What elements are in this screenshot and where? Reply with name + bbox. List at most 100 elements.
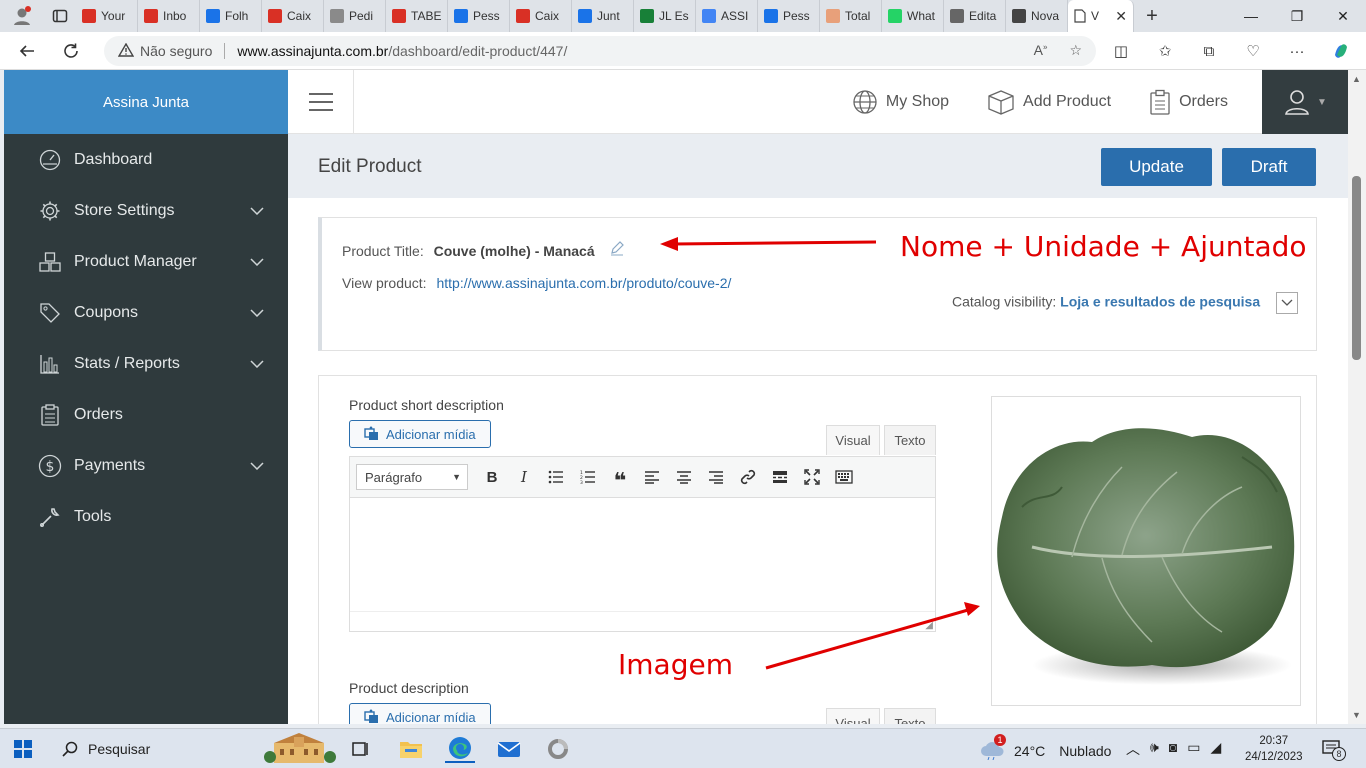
scroll-down-icon[interactable]: ▼ (1352, 710, 1361, 720)
read-aloud-icon[interactable]: A» (1034, 42, 1048, 59)
browser-tab[interactable]: Caix (262, 0, 324, 32)
browser-tab[interactable]: Folh (200, 0, 262, 32)
sidebar-item-product-manager[interactable]: Product Manager (4, 236, 288, 287)
sidebar-item-store-settings[interactable]: Store Settings (4, 185, 288, 236)
chevron-down-icon[interactable] (250, 355, 264, 373)
sidebar-item-label: Payments (74, 456, 146, 474)
dashboard-app: Assina Junta Dashboard Store Settings Prod… (4, 70, 1348, 724)
tab-favicon-icon (82, 9, 96, 23)
sidebar-item-stats-reports[interactable]: Stats / Reports (4, 338, 288, 389)
browser-tab[interactable]: TABE (386, 0, 448, 32)
sidebar-item-tools[interactable]: Tools (4, 491, 288, 542)
minimize-icon[interactable]: — (1228, 0, 1274, 32)
sidebar-item-coupons[interactable]: Coupons (4, 287, 288, 338)
taskbar-clock[interactable]: 20:37 24/12/2023 (1245, 733, 1303, 765)
nav-orders[interactable]: Orders (1149, 89, 1228, 115)
sidebar-item-orders[interactable]: Orders (4, 389, 288, 440)
mail-icon[interactable] (494, 735, 524, 763)
taskbar-search[interactable]: Pesquisar (48, 732, 338, 766)
chevron-down-icon[interactable] (250, 457, 264, 475)
tab-favicon-icon (392, 9, 406, 23)
scroll-up-icon[interactable]: ▲ (1352, 74, 1361, 84)
browser-tab[interactable]: Pedi (324, 0, 386, 32)
notification-icon[interactable]: 8 (1322, 739, 1346, 762)
tab-actions-icon[interactable] (44, 0, 76, 32)
browser-tab[interactable]: Nova (1006, 0, 1068, 32)
tab-favicon-icon (826, 9, 840, 23)
browser-tab[interactable]: ASSI (696, 0, 758, 32)
more-menu-icon[interactable]: ··· (1282, 36, 1312, 66)
browser-tab[interactable]: Total (820, 0, 882, 32)
tab-favicon-icon (268, 9, 282, 23)
sidebar-item-dashboard[interactable]: Dashboard (4, 134, 288, 185)
split-screen-icon[interactable]: ◫ (1106, 36, 1136, 66)
favorite-star-icon[interactable]: ☆ (1069, 42, 1082, 59)
browser-tab[interactable]: JL Es (634, 0, 696, 32)
file-explorer-icon[interactable] (396, 735, 426, 763)
refresh-button[interactable] (52, 35, 90, 67)
warning-icon[interactable] (117, 42, 135, 60)
new-tab-button[interactable]: + (1134, 5, 1170, 28)
window-close-icon[interactable]: ✕ (1320, 0, 1366, 32)
browser-essentials-icon[interactable]: ♡ (1238, 36, 1268, 66)
nav-my-shop[interactable]: My Shop (852, 89, 949, 115)
weather-alert-badge: 1 (994, 734, 1006, 746)
weather-widget[interactable]: 1 24°C Nublado (980, 734, 1111, 763)
browser-tab[interactable]: What (882, 0, 944, 32)
copilot-icon[interactable] (1326, 36, 1356, 66)
chevron-down-icon: ▼ (1317, 96, 1327, 108)
sidebar: Assina Junta Dashboard Store Settings Prod… (4, 70, 288, 724)
nav-add-product-label: Add Product (1023, 93, 1112, 110)
brand-title[interactable]: Assina Junta (4, 70, 288, 134)
scrollbar-thumb[interactable] (1352, 176, 1361, 360)
browser-tab[interactable]: Pess (758, 0, 820, 32)
battery-icon[interactable]: ▭ (1187, 739, 1200, 759)
browser-tab[interactable]: Edita (944, 0, 1006, 32)
tab-favicon-icon (950, 9, 964, 23)
clipboard-icon (1150, 89, 1170, 115)
chevron-down-icon[interactable] (250, 202, 264, 220)
browser-tab-bar: Your Inbo Folh Caix Pedi TABE Pess Caix Junt JL E… (0, 0, 1366, 32)
search-highlight-image (264, 733, 336, 763)
windows-start-icon[interactable] (14, 740, 32, 758)
security-label[interactable]: Não seguro (140, 43, 212, 59)
user-menu[interactable]: ▼ (1262, 70, 1348, 134)
meet-icon[interactable]: ◙ (1169, 739, 1177, 759)
browser-tab[interactable]: Your (76, 0, 138, 32)
chevron-up-icon[interactable]: ︿ (1126, 739, 1140, 759)
task-view-icon[interactable] (345, 735, 375, 763)
close-icon[interactable]: ✕ (1115, 8, 1127, 25)
restore-icon[interactable]: ❐ (1274, 0, 1320, 32)
chevron-down-icon[interactable] (250, 304, 264, 322)
nav-add-product[interactable]: Add Product (987, 89, 1111, 115)
url-field[interactable]: Não seguro www.assinajunta.com.br/dashbo… (104, 36, 1096, 66)
volume-icon[interactable]: 🕪 (1150, 739, 1159, 759)
hamburger-menu-icon[interactable] (288, 70, 354, 134)
tab-strip: Your Inbo Folh Caix Pedi TABE Pess Caix Junt JL E… (76, 0, 1068, 32)
dollar-icon: $ (38, 454, 62, 478)
tab-favicon-icon (578, 9, 592, 23)
tab-active[interactable]: V ✕ (1068, 0, 1134, 32)
chevron-down-icon[interactable] (250, 253, 264, 271)
browser-tab-label: JL Es (659, 9, 689, 23)
back-button[interactable] (8, 35, 46, 67)
tab-favicon-icon (454, 9, 468, 23)
app-icon[interactable] (543, 735, 573, 763)
edge-browser-icon[interactable] (445, 735, 475, 763)
search-icon (62, 741, 78, 757)
browser-tab[interactable]: Inbo (138, 0, 200, 32)
browser-tab-label: Edita (969, 9, 997, 23)
wifi-icon[interactable]: ◢ (1211, 739, 1222, 759)
browser-tab[interactable]: Pess (448, 0, 510, 32)
collections-icon[interactable]: ⧉ (1194, 36, 1224, 66)
page-scrollbar[interactable]: ▲ ▼ (1348, 70, 1366, 724)
topbar: My Shop Add Product Orders ▼ (288, 70, 1348, 134)
sidebar-item-payments[interactable]: $ Payments (4, 440, 288, 491)
browser-tab[interactable]: Caix (510, 0, 572, 32)
profile-avatar[interactable] (0, 0, 44, 32)
browser-tab-label: TABE (411, 9, 442, 23)
sidebar-menu: Dashboard Store Settings Product Manager Co… (4, 134, 288, 542)
browser-tab[interactable]: Junt (572, 0, 634, 32)
favorites-icon[interactable]: ✩ (1150, 36, 1180, 66)
tab-favicon-icon (640, 9, 654, 23)
